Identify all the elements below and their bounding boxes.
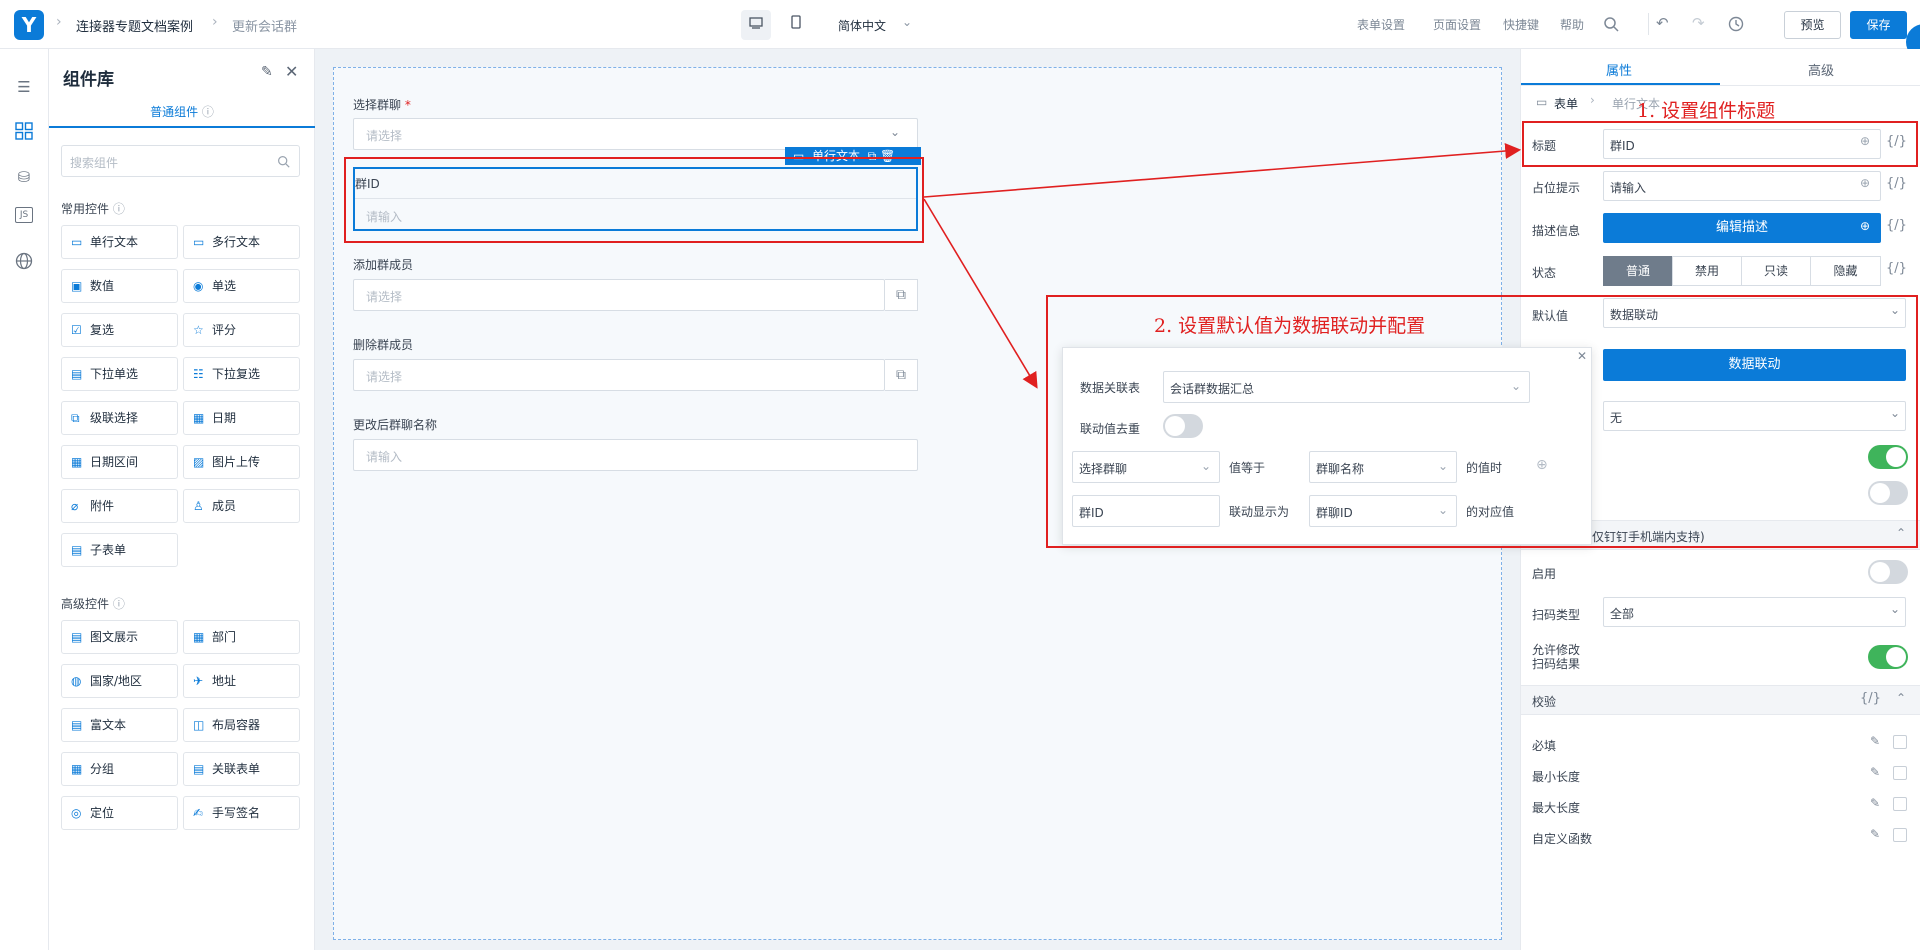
arrow-to-default: [923, 198, 1038, 389]
arrow-to-title: [923, 143, 1522, 198]
annotation-arrows: [923, 143, 1522, 389]
